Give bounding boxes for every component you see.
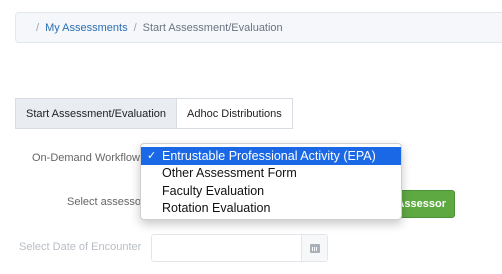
breadcrumb: / My Assessments / Start Assessment/Eval… bbox=[15, 12, 502, 43]
assessor-button[interactable]: Assessor bbox=[395, 190, 455, 218]
workflow-option-rotation-evaluation[interactable]: Rotation Evaluation bbox=[141, 200, 401, 218]
tab-start-assessment[interactable]: Start Assessment/Evaluation bbox=[15, 98, 178, 129]
breadcrumb-my-assessments-link[interactable]: My Assessments bbox=[45, 22, 128, 34]
date-of-encounter-input[interactable] bbox=[151, 234, 328, 262]
workflow-option-label: Other Assessment Form bbox=[162, 166, 297, 181]
checkmark-icon: ✓ bbox=[147, 150, 157, 163]
workflow-option-label: Faculty Evaluation bbox=[162, 183, 265, 198]
tab-bar: Start Assessment/Evaluation Adhoc Distri… bbox=[15, 98, 293, 129]
date-of-encounter-label: Select Date of Encounter bbox=[19, 241, 142, 253]
workflow-label: On-Demand Workflow bbox=[32, 152, 140, 164]
breadcrumb-separator: / bbox=[36, 21, 40, 34]
workflow-option-faculty-evaluation[interactable]: Faculty Evaluation bbox=[141, 182, 401, 200]
workflow-option-epa[interactable]: ✓ Entrustable Professional Activity (EPA… bbox=[141, 147, 401, 165]
workflow-option-label: Rotation Evaluation bbox=[162, 201, 271, 216]
assessor-label: Select assessor bbox=[67, 196, 145, 208]
workflow-option-other-assessment[interactable]: Other Assessment Form bbox=[141, 165, 401, 183]
breadcrumb-current: Start Assessment/Evaluation bbox=[142, 21, 283, 34]
calendar-icon bbox=[309, 243, 320, 253]
breadcrumb-separator: / bbox=[133, 21, 137, 34]
date-picker-button[interactable] bbox=[301, 235, 327, 261]
tab-adhoc-distributions[interactable]: Adhoc Distributions bbox=[177, 98, 293, 129]
workflow-dropdown-menu[interactable]: ✓ Entrustable Professional Activity (EPA… bbox=[140, 143, 402, 220]
workflow-option-label: Entrustable Professional Activity (EPA) bbox=[162, 148, 376, 163]
